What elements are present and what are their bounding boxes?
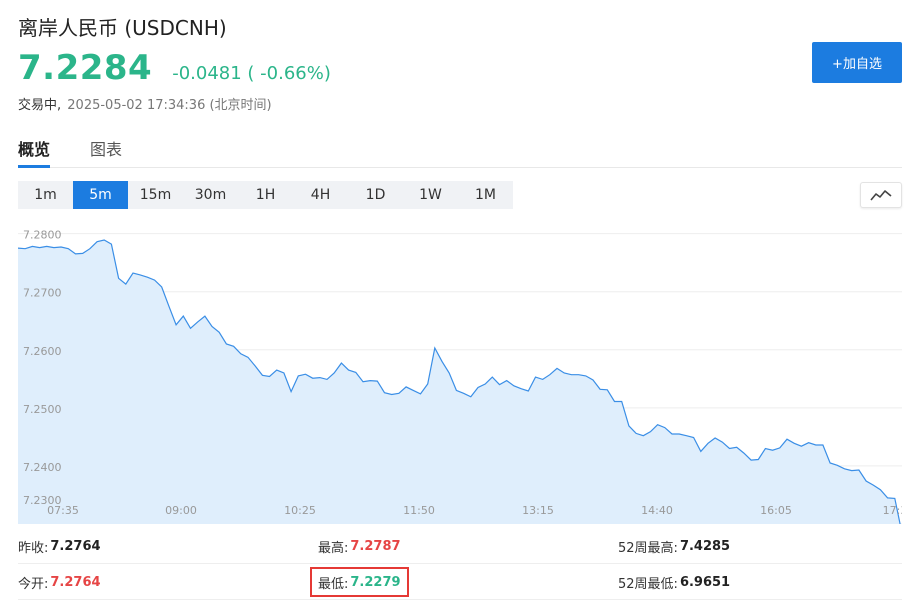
stats-panel: 昨收: 7.2764 最高: 7.2787 52周最高: 7.4285 今开: … — [18, 528, 902, 600]
stat-value: 7.2764 — [50, 538, 101, 554]
period-1h[interactable]: 1H — [238, 181, 293, 209]
x-tick-label: 17:3 — [883, 504, 902, 517]
stat-label: 最高: — [318, 540, 349, 556]
stat-value: 7.2787 — [350, 538, 401, 554]
price-change: -0.0481 ( -0.66%) — [172, 63, 331, 84]
page-title: 离岸人民币 (USDCNH) — [18, 16, 227, 40]
stat-label: 昨收: — [18, 540, 49, 556]
y-tick-label: 7.2700 — [23, 287, 62, 300]
x-tick-label: 14:40 — [641, 504, 673, 517]
chart-type-button[interactable] — [860, 182, 902, 208]
price-area — [18, 240, 902, 524]
period-1d[interactable]: 1D — [348, 181, 403, 209]
price-row: 7.2284 -0.0481 ( -0.66%) — [18, 48, 331, 88]
stat-52w-high: 52周最高: 7.4285 — [618, 528, 730, 564]
trading-status: 交易中, 2025-05-02 17:34:36 (北京时间) — [18, 94, 272, 113]
x-tick-label: 16:05 — [760, 504, 792, 517]
stat-label: 最低: — [318, 576, 349, 592]
stat-label: 52周最高: — [618, 540, 678, 556]
stat-value: 7.2279 — [350, 574, 401, 590]
timestamp: 2025-05-02 17:34:36 (北京时间) — [67, 98, 272, 113]
stat-open: 今开: 7.2764 — [18, 564, 101, 600]
period-4h[interactable]: 4H — [293, 181, 348, 209]
stat-label: 今开: — [18, 576, 49, 592]
stat-52w-low: 52周最低: 6.9651 — [618, 564, 730, 600]
tab-bar: 概览 图表 — [18, 130, 902, 168]
stat-low: 最低: 7.2279 — [310, 567, 409, 597]
stats-row: 今开: 7.2764 最低: 7.2279 52周最低: 6.9651 — [18, 564, 902, 600]
stat-label: 52周最低: — [618, 576, 678, 592]
period-selector: 1m 5m 15m 30m 1H 4H 1D 1W 1M — [18, 181, 513, 209]
x-tick-label: 10:25 — [284, 504, 316, 517]
stat-value: 6.9651 — [679, 574, 731, 590]
stat-value: 7.4285 — [679, 538, 731, 554]
status-label: 交易中, — [18, 98, 62, 113]
stat-value: 7.2764 — [50, 574, 101, 590]
tab-chart[interactable]: 图表 — [90, 130, 122, 168]
x-tick-label: 11:50 — [403, 504, 435, 517]
period-15m[interactable]: 15m — [128, 181, 183, 209]
line-chart-icon — [870, 190, 892, 201]
price-chart[interactable]: 7.2800 7.2700 7.2600 7.2500 7.2400 7.2300 07:3… — [18, 222, 902, 524]
price-chart-svg: 7.28007.27007.26007.25007.24007.230007:3… — [18, 229, 902, 524]
x-tick-label: 09:00 — [165, 504, 197, 517]
y-tick-label: 7.2800 — [23, 229, 62, 242]
x-tick-label: 13:15 — [522, 504, 554, 517]
y-tick-label: 7.2400 — [23, 461, 62, 474]
period-5m[interactable]: 5m — [73, 181, 128, 209]
stat-prev-close: 昨收: 7.2764 — [18, 528, 101, 564]
period-1w[interactable]: 1W — [403, 181, 458, 209]
stat-high: 最高: 7.2787 — [318, 528, 401, 564]
y-tick-label: 7.2500 — [23, 403, 62, 416]
y-tick-label: 7.2600 — [23, 345, 62, 358]
current-price: 7.2284 — [18, 48, 153, 88]
add-to-watchlist-button[interactable]: +加自选 — [812, 42, 902, 83]
x-tick-label: 07:35 — [47, 504, 79, 517]
period-1m[interactable]: 1m — [18, 181, 73, 209]
period-30m[interactable]: 30m — [183, 181, 238, 209]
period-1mo[interactable]: 1M — [458, 181, 513, 209]
tab-overview[interactable]: 概览 — [18, 130, 51, 168]
stats-row: 昨收: 7.2764 最高: 7.2787 52周最高: 7.4285 — [18, 528, 902, 564]
